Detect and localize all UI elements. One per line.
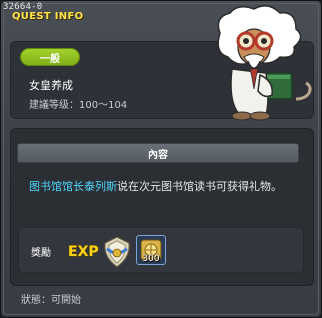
medal-icon[interactable] [101, 235, 133, 269]
quest-description: 图书馆馆长泰列斯说在次元图书馆读书可获得礼物。 [29, 178, 299, 195]
quest-description-text: 说在次元图书馆读书可获得礼物。 [117, 180, 282, 193]
quest-tier-badge: 一般 [20, 48, 80, 66]
content-section-header: 內容 [17, 143, 299, 163]
reward-item-quantity: 300 [142, 254, 160, 264]
quest-level: 建議等级：100～104 [29, 96, 127, 111]
quest-info-window: 32664-0 QUEST INFO 一般 女皇养成 建議等级：100～104 [0, 0, 322, 318]
npc-name-link[interactable]: 图书馆馆长泰列斯 [29, 180, 117, 193]
quest-name: 女皇养成 [29, 79, 73, 92]
exp-text: EXP [68, 244, 99, 259]
status-label: 狀態： [21, 295, 51, 306]
exp-icon[interactable]: EXP [67, 241, 100, 260]
quest-status: 狀態：可開始 [21, 291, 81, 306]
npc-portrait-image [217, 5, 312, 121]
window-title: QUEST INFO [12, 11, 84, 22]
status-value: 可開始 [51, 295, 81, 306]
quest-level-label: 建議等级： [29, 100, 79, 111]
quest-level-range: 100～104 [79, 100, 128, 111]
reward-label: 獎勵 [31, 248, 51, 259]
